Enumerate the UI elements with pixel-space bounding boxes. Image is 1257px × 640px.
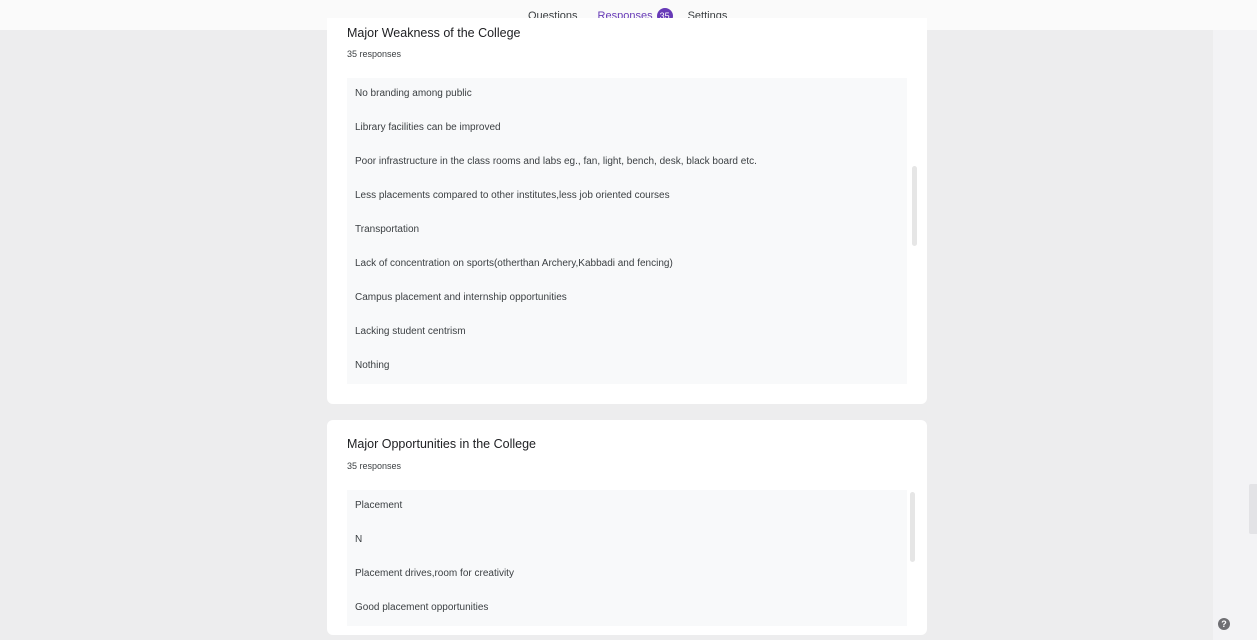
question-title: Major Opportunities in the College xyxy=(347,437,536,451)
response-item: Poor infrastructure in the class rooms a… xyxy=(347,146,907,180)
question-card-weakness: Major Weakness of the College 35 respons… xyxy=(327,18,927,404)
response-count: 35 responses xyxy=(347,49,402,59)
response-list[interactable]: No branding among public Library facilit… xyxy=(347,78,907,384)
response-item: Good placement opportunities xyxy=(347,592,907,626)
response-item: Lacking student centrism xyxy=(347,316,907,350)
response-list-scrollbar[interactable] xyxy=(912,166,917,246)
response-item: Placement xyxy=(347,490,907,524)
response-item: Nothing xyxy=(347,350,907,384)
question-card-opportunities: Major Opportunities in the College 35 re… xyxy=(327,420,927,635)
response-item: Campus placement and internship opportun… xyxy=(347,282,907,316)
response-item: Library facilities can be improved xyxy=(347,112,907,146)
question-title: Major Weakness of the College xyxy=(347,26,521,40)
response-item: Placement drives,room for creativity xyxy=(347,558,907,592)
response-count: 35 responses xyxy=(347,461,402,471)
right-side-panel xyxy=(1213,30,1257,640)
response-item: Transportation xyxy=(347,214,907,248)
response-item: N xyxy=(347,524,907,558)
help-icon[interactable]: ? xyxy=(1218,618,1230,630)
response-item: Less placements compared to other instit… xyxy=(347,180,907,214)
side-panel-handle[interactable] xyxy=(1249,484,1257,534)
response-item: No branding among public xyxy=(347,78,907,112)
response-list[interactable]: Placement N Placement drives,room for cr… xyxy=(347,490,907,626)
response-item: Lack of concentration on sports(othertha… xyxy=(347,248,907,282)
response-list-scrollbar[interactable] xyxy=(910,492,915,562)
